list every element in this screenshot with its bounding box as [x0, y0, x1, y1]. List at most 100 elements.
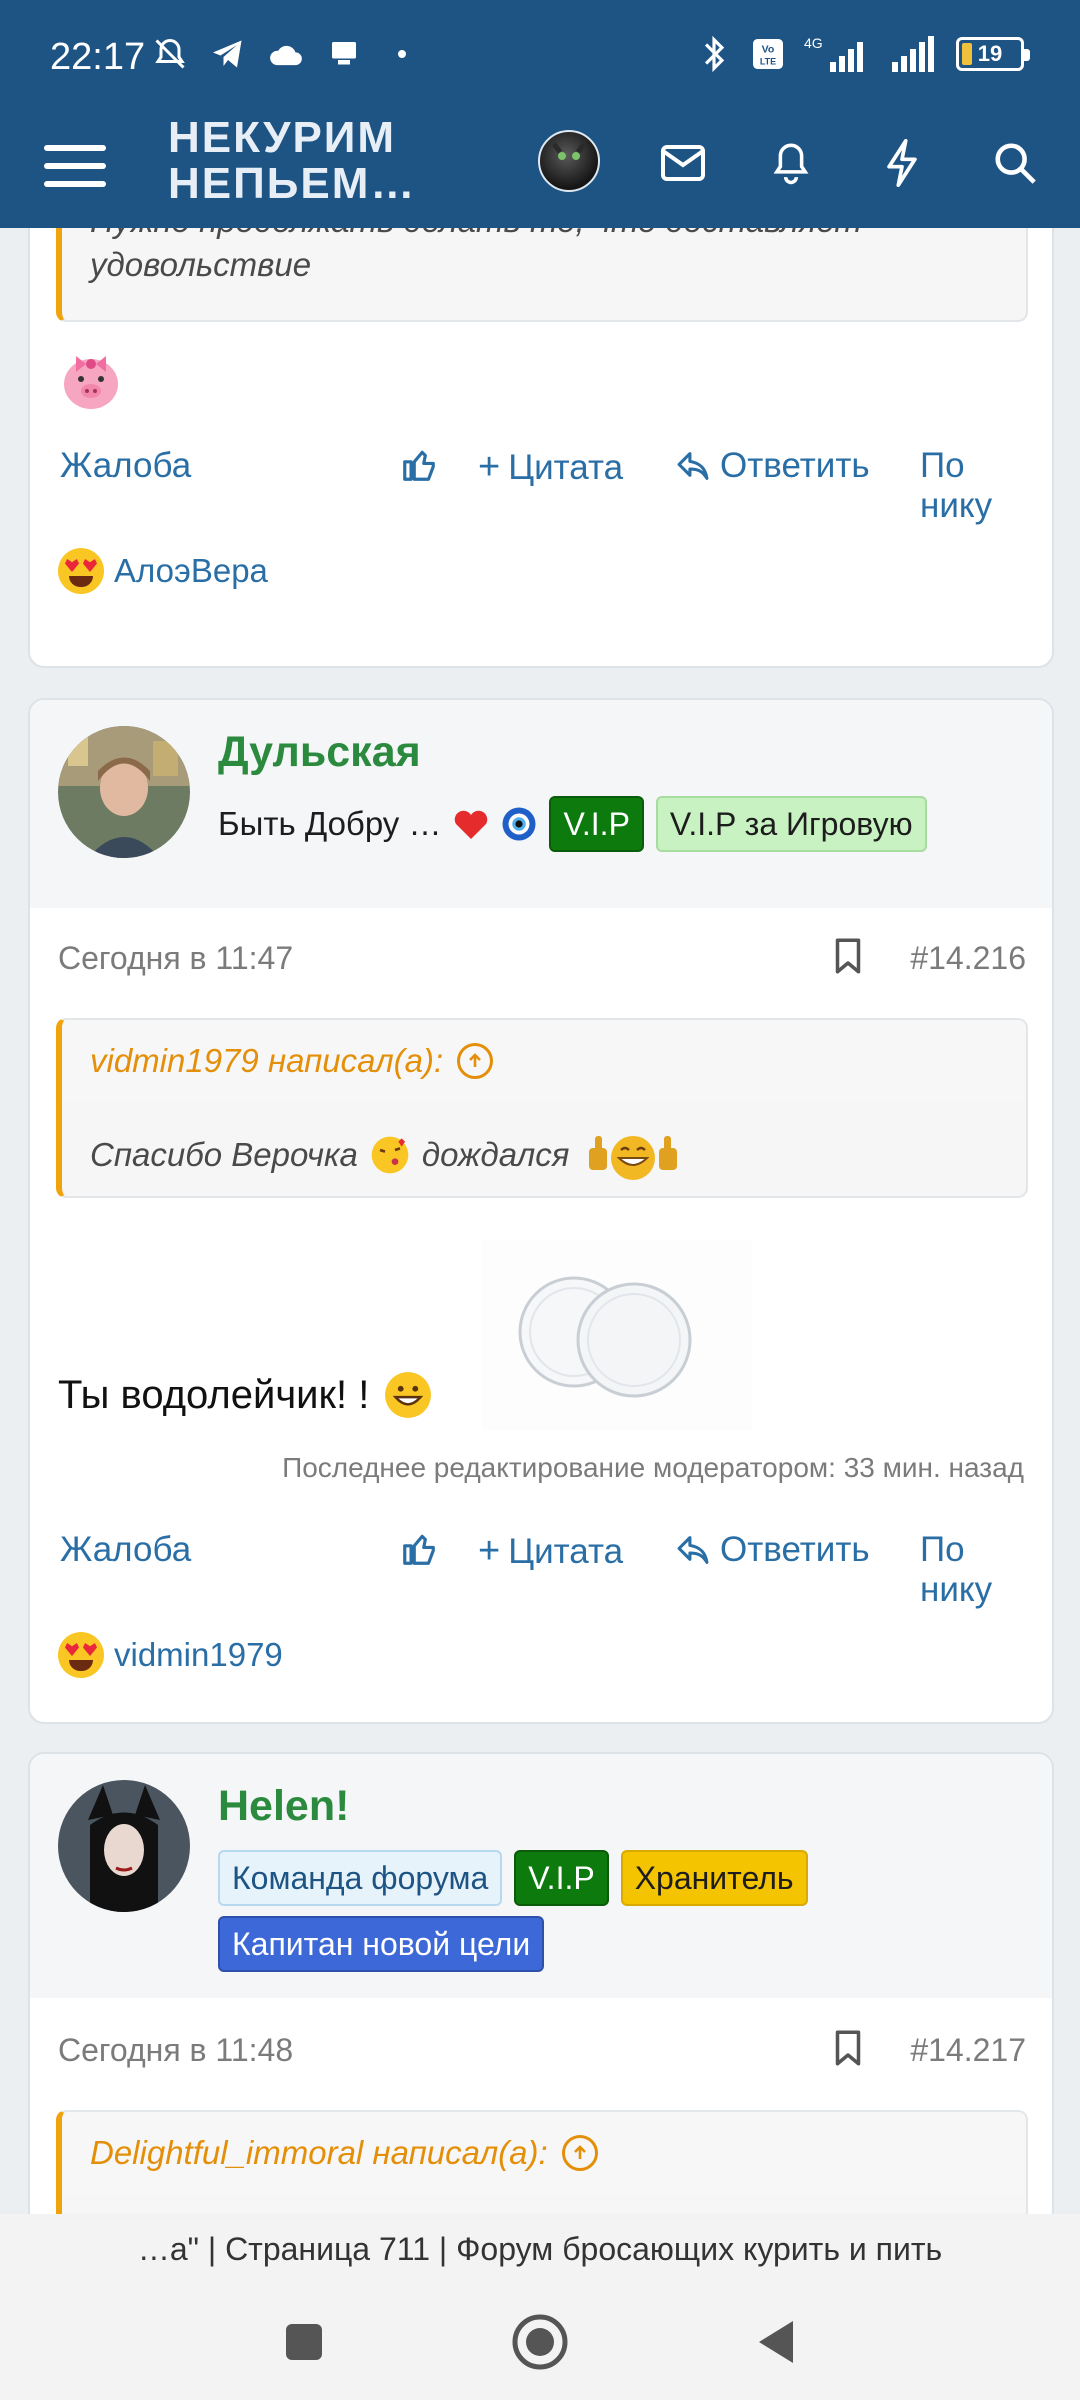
- quote-block: vidmin1979 написал(а): Спасибо Верочка д…: [56, 1018, 1028, 1198]
- bell-icon[interactable]: [763, 135, 819, 191]
- edited-notice: Последнее редактирование модератором: 33…: [282, 1452, 1024, 1483]
- kiss-emoji-icon: [371, 1136, 409, 1174]
- menu-icon[interactable]: [44, 135, 106, 197]
- badge-vip[interactable]: V.I.P: [549, 796, 644, 852]
- quote-text-part-2: дождался: [421, 1136, 570, 1173]
- bluetooth-icon: [694, 34, 734, 74]
- forum-header: НЕКУРИМ НЕПЬЕМ…: [0, 115, 1080, 228]
- post-user-header: Дульская Быть Добру … V.I.P V.I.P за Игр…: [30, 700, 1052, 908]
- badge-vip-game[interactable]: V.I.P за Игровую: [655, 796, 927, 852]
- nazar-eye-icon: [502, 807, 536, 841]
- plus-icon: +: [478, 446, 501, 488]
- back-button[interactable]: [746, 2312, 806, 2372]
- reaction-user[interactable]: vidmin1979: [114, 1636, 283, 1674]
- quote-author[interactable]: Delightful_immoral написал(а):: [90, 2134, 548, 2172]
- quote-text-line-1: Нужно продолжать делать то, что доставля…: [90, 228, 862, 240]
- like-button[interactable]: [400, 446, 438, 484]
- quote-label: Цитата: [508, 1531, 624, 1571]
- quote-header[interactable]: Delightful_immoral написал(а):: [62, 2112, 1026, 2194]
- reply-button[interactable]: Ответить: [674, 1530, 870, 1570]
- quote-button[interactable]: + Цитата: [478, 446, 623, 489]
- quote-block: Delightful_immoral написал(а):: [56, 2110, 1028, 2214]
- svg-text:Vo: Vo: [762, 44, 775, 56]
- badge-keeper[interactable]: Хранитель: [620, 1850, 808, 1906]
- by-nick-button[interactable]: По нику: [920, 446, 1030, 526]
- heart-eyes-emoji-icon: [58, 1632, 104, 1678]
- post-user-header: Helen! Команда форума V.I.P Хранитель Ка…: [30, 1754, 1052, 1998]
- quote-block: Нужно продолжать делать то, что доставля…: [56, 228, 1028, 322]
- battery-icon: 19: [956, 37, 1030, 71]
- telegram-icon: [208, 34, 248, 74]
- logo-line-1: НЕКУРИМ: [168, 113, 397, 162]
- username[interactable]: Дульская: [218, 728, 421, 777]
- user-avatar[interactable]: [58, 726, 190, 858]
- quote-header[interactable]: vidmin1979 написал(а):: [62, 1020, 1026, 1102]
- mute-bell-icon: [150, 34, 190, 74]
- bookmark-icon[interactable]: [834, 938, 862, 974]
- recents-button[interactable]: [274, 2312, 334, 2372]
- post-card-previous: Нужно продолжать делать то, что доставля…: [28, 228, 1054, 668]
- svg-text:LTE: LTE: [760, 57, 776, 67]
- post-date[interactable]: Сегодня в 11:48: [58, 2032, 293, 2069]
- arrow-up-circle-icon[interactable]: [457, 1043, 494, 1079]
- search-icon[interactable]: [987, 135, 1043, 191]
- user-title: Быть Добру …: [218, 805, 442, 842]
- site-logo[interactable]: НЕКУРИМ НЕПЬЕМ…: [168, 115, 416, 207]
- account-avatar[interactable]: [538, 130, 600, 192]
- thumbs-up-icon: [403, 1534, 435, 1565]
- arrow-up-circle-icon[interactable]: [561, 2135, 598, 2171]
- post-text-content: Ты водолейчик! !: [58, 1372, 370, 1417]
- cloud-icon: [266, 34, 306, 74]
- by-nick-button[interactable]: По нику: [920, 1530, 1030, 1610]
- post-actions: Жалоба + Цитата Ответить По нику: [58, 446, 1030, 525]
- status-bar: 22:17 Vo LTE 4G 19: [0, 0, 1080, 115]
- badge-forum-team[interactable]: Команда форума: [218, 1850, 503, 1906]
- post-date[interactable]: Сегодня в 11:47: [58, 940, 293, 977]
- lightning-icon[interactable]: [874, 135, 930, 191]
- status-notification-icons: [150, 34, 422, 74]
- page-title-text: …а" | Страница 711 | Форум бросающих кур…: [137, 2230, 943, 2267]
- mail-icon[interactable]: [655, 135, 711, 191]
- post-number[interactable]: #14.216: [910, 940, 1026, 977]
- system-nav-bar: [0, 2284, 1080, 2400]
- svg-text:4G: 4G: [804, 35, 823, 51]
- user-badges: Команда форума V.I.P Хранитель Капитан н…: [218, 1850, 858, 1972]
- quote-author[interactable]: vidmin1979 написал(а):: [90, 1042, 443, 1080]
- like-button[interactable]: [400, 1530, 438, 1568]
- reply-icon: [677, 1536, 709, 1564]
- signal-4g-icon: 4G: [802, 34, 872, 74]
- post-number[interactable]: #14.217: [910, 2032, 1026, 2069]
- reply-button[interactable]: Ответить: [674, 446, 870, 486]
- user-avatar[interactable]: [58, 1780, 190, 1912]
- quote-text-part-1: Спасибо Верочка: [90, 1136, 358, 1173]
- username[interactable]: Helen!: [218, 1782, 349, 1831]
- plus-icon: +: [478, 1530, 501, 1572]
- report-link[interactable]: Жалоба: [60, 1530, 191, 1570]
- quote-text-line-2: удовольствие: [90, 246, 312, 283]
- bookmark-icon[interactable]: [834, 2030, 862, 2066]
- reply-label: Ответить: [720, 1530, 870, 1569]
- quote-label: Цитата: [508, 447, 624, 487]
- status-time: 22:17: [50, 36, 146, 78]
- report-link[interactable]: Жалоба: [60, 446, 191, 486]
- heart-icon: [455, 810, 488, 839]
- badge-vip[interactable]: V.I.P: [514, 1850, 609, 1906]
- volte-icon: Vo LTE: [748, 34, 788, 74]
- dot-icon: [382, 34, 422, 74]
- quote-button[interactable]: + Цитата: [478, 1530, 623, 1573]
- battery-level: 19: [977, 41, 1003, 66]
- coin-capsules-image[interactable]: [482, 1240, 752, 1430]
- smile-emoji-icon: [385, 1372, 432, 1418]
- badge-captain[interactable]: Капитан новой цели: [218, 1916, 545, 1972]
- heart-eyes-emoji-icon: [58, 548, 104, 594]
- page-title-bar[interactable]: …а" | Страница 711 | Форум бросающих кур…: [0, 2214, 1080, 2284]
- user-title-row: Быть Добру … V.I.P V.I.P за Игровую: [218, 796, 927, 852]
- thread-content[interactable]: Нужно продолжать делать то, что доставля…: [0, 228, 1080, 2214]
- pig-emoji: [60, 346, 122, 412]
- home-button[interactable]: [510, 2312, 570, 2372]
- reaction-summary[interactable]: АлоэВера: [58, 548, 268, 594]
- signal-icon: [886, 34, 942, 74]
- grinning-thumbs-emoji-icon: [589, 1136, 678, 1180]
- reaction-summary[interactable]: vidmin1979: [58, 1632, 283, 1678]
- reaction-user[interactable]: АлоэВера: [114, 552, 268, 590]
